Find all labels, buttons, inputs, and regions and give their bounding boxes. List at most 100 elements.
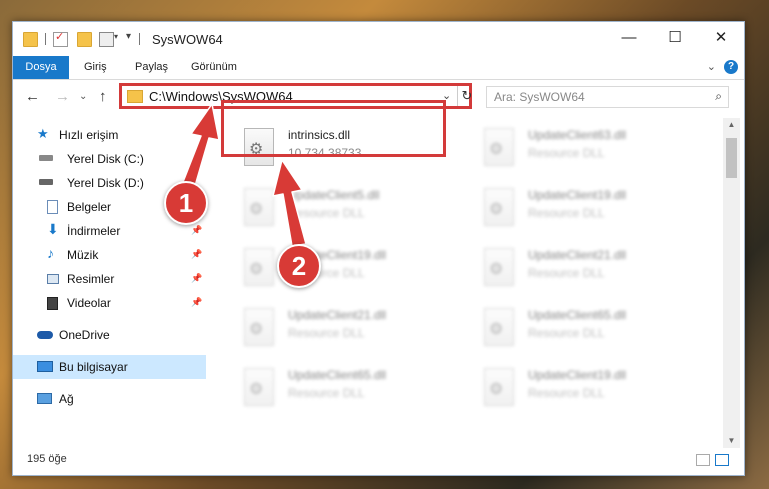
sidebar-item-onedrive[interactable]: OneDrive bbox=[13, 323, 206, 347]
view-options-icon[interactable] bbox=[99, 32, 114, 47]
scroll-down-icon[interactable]: ▼ bbox=[723, 434, 740, 448]
status-bar: 195 öğe bbox=[13, 449, 744, 475]
address-path[interactable]: C:\Windows\SysWOW64 bbox=[149, 89, 293, 104]
sidebar-item-network[interactable]: Ağ bbox=[13, 387, 206, 411]
tab-home[interactable]: Giriş bbox=[84, 56, 107, 79]
dll-file-icon: ⚙ bbox=[244, 128, 274, 166]
file-name: UpdateClient19.dll bbox=[528, 188, 627, 202]
sidebar-item-videos[interactable]: Videolar 📌 bbox=[13, 291, 206, 315]
sidebar-item-label: Videolar bbox=[67, 296, 111, 310]
star-icon: ★ bbox=[37, 126, 49, 141]
dll-file-icon: ⚙ bbox=[484, 188, 514, 226]
ribbon-tabs: Dosya Giriş Paylaş Görünüm ⌄ ? bbox=[13, 56, 744, 80]
tiles-view-icon[interactable] bbox=[715, 454, 729, 466]
file-tile[interactable]: ⚙ UpdateClient19.dll Resource DLL bbox=[478, 364, 708, 418]
file-explorer-window: ✓ ▾ ▾ SysWOW64 — ☐ ✕ Dosya Giriş Paylaş … bbox=[12, 21, 745, 476]
file-tile[interactable]: ⚙ UpdateClient21.dll Resource DLL bbox=[478, 244, 708, 298]
details-view-icon[interactable] bbox=[696, 454, 710, 466]
pin-icon[interactable]: 📌 bbox=[191, 249, 202, 260]
folder-icon bbox=[23, 32, 38, 47]
file-description: Resource DLL bbox=[528, 326, 605, 340]
expand-ribbon-icon[interactable]: ⌄ bbox=[707, 60, 716, 73]
dll-file-icon: ⚙ bbox=[484, 368, 514, 406]
file-version: 10.734.38733 bbox=[288, 146, 362, 160]
dll-file-icon: ⚙ bbox=[244, 188, 274, 226]
file-name: UpdateClient5.dll bbox=[288, 188, 380, 202]
sidebar-item-label: OneDrive bbox=[59, 328, 110, 342]
sidebar-item-music[interactable]: ♪ Müzik 📌 bbox=[13, 243, 206, 267]
cloud-icon bbox=[37, 331, 53, 339]
chevron-down-icon[interactable]: ⌄ bbox=[442, 89, 451, 102]
maximize-button[interactable]: ☐ bbox=[652, 22, 698, 54]
drive-icon bbox=[39, 155, 53, 161]
tab-share[interactable]: Paylaş bbox=[135, 56, 168, 79]
pin-icon[interactable]: 📌 bbox=[191, 297, 202, 308]
sidebar-item-local-disk-c[interactable]: Yerel Disk (C:) bbox=[13, 147, 206, 171]
file-tile[interactable]: ⚙ UpdateClient63.dll Resource DLL bbox=[478, 124, 708, 178]
callout-1: 1 bbox=[164, 181, 208, 225]
separator bbox=[139, 33, 140, 45]
file-name: UpdateClient21.dll bbox=[288, 308, 387, 322]
search-box[interactable]: Ara: SysWOW64 ⌕ bbox=[486, 86, 729, 108]
file-description: Resource DLL bbox=[528, 146, 605, 160]
search-input[interactable]: Ara: SysWOW64 bbox=[494, 90, 585, 104]
video-icon bbox=[47, 297, 58, 310]
file-tile[interactable]: ⚙ UpdateClient65.dll Resource DLL bbox=[238, 364, 468, 418]
sidebar-item-label: Müzik bbox=[67, 248, 99, 262]
scroll-thumb[interactable] bbox=[726, 138, 737, 178]
file-name: UpdateClient63.dll bbox=[528, 128, 627, 142]
pin-icon[interactable]: 📌 bbox=[191, 273, 202, 284]
new-folder-icon[interactable] bbox=[77, 32, 92, 47]
file-name: UpdateClient19.dll bbox=[528, 368, 627, 382]
scroll-up-icon[interactable]: ▲ bbox=[723, 118, 740, 132]
refresh-icon[interactable]: ↻ bbox=[457, 86, 474, 106]
sidebar-item-label: Resimler bbox=[67, 272, 115, 286]
forward-arrow-icon[interactable]: → bbox=[55, 88, 70, 105]
file-description: Resource DLL bbox=[288, 206, 365, 220]
item-count: 195 öğe bbox=[27, 453, 67, 465]
file-description: Resource DLL bbox=[288, 386, 365, 400]
file-name: UpdateClient65.dll bbox=[288, 368, 387, 382]
dll-file-icon: ⚙ bbox=[244, 248, 274, 286]
customize-toolbar-icon[interactable]: ▾ bbox=[126, 31, 131, 42]
vertical-scrollbar[interactable]: ▲ ▼ bbox=[723, 118, 740, 448]
file-tile[interactable]: ⚙ UpdateClient5.dll Resource DLL bbox=[238, 184, 468, 238]
sidebar-item-quick-access[interactable]: ★ Hızlı erişim bbox=[13, 123, 206, 147]
tab-file[interactable]: Dosya bbox=[13, 56, 69, 79]
dll-file-icon: ⚙ bbox=[484, 308, 514, 346]
pin-icon[interactable]: 📌 bbox=[191, 225, 202, 236]
recent-locations-icon[interactable]: ⌄ bbox=[79, 91, 87, 102]
chevron-down-icon[interactable]: ▾ bbox=[114, 32, 118, 41]
computer-icon bbox=[37, 361, 53, 372]
dll-file-icon: ⚙ bbox=[244, 308, 274, 346]
sidebar-item-label: Bu bilgisayar bbox=[59, 360, 128, 374]
file-name: intrinsics.dll bbox=[288, 128, 351, 142]
file-name: UpdateClient65.dll bbox=[528, 308, 627, 322]
up-arrow-icon[interactable]: ↑ bbox=[99, 88, 107, 105]
separator bbox=[45, 33, 46, 45]
tab-view[interactable]: Görünüm bbox=[191, 56, 237, 79]
search-icon[interactable]: ⌕ bbox=[715, 89, 722, 104]
close-button[interactable]: ✕ bbox=[698, 22, 744, 54]
file-description: Resource DLL bbox=[528, 386, 605, 400]
help-icon[interactable]: ? bbox=[724, 60, 738, 74]
callout-2: 2 bbox=[277, 244, 321, 288]
document-icon bbox=[47, 200, 58, 214]
network-icon bbox=[37, 393, 52, 404]
sidebar-item-pictures[interactable]: Resimler 📌 bbox=[13, 267, 206, 291]
back-arrow-icon[interactable]: ← bbox=[25, 88, 40, 105]
file-tile[interactable]: ⚙ UpdateClient19.dll Resource DLL bbox=[478, 184, 708, 238]
music-icon: ♪ bbox=[47, 245, 54, 261]
file-description: Resource DLL bbox=[528, 266, 605, 280]
minimize-button[interactable]: — bbox=[606, 22, 652, 54]
file-tile[interactable]: ⚙ UpdateClient21.dll Resource DLL bbox=[238, 304, 468, 358]
sidebar-item-this-pc[interactable]: Bu bilgisayar bbox=[13, 355, 206, 379]
address-bar[interactable]: C:\Windows\SysWOW64 ⌄ ↻ bbox=[119, 83, 472, 109]
file-tile-intrinsics[interactable]: ⚙ intrinsics.dll 10.734.38733 bbox=[238, 124, 468, 178]
file-tile[interactable]: ⚙ UpdateClient65.dll Resource DLL bbox=[478, 304, 708, 358]
file-description: Resource DLL bbox=[288, 326, 365, 340]
file-tile[interactable]: ⚙ UpdateClient19.dll Resource DLL bbox=[238, 244, 468, 298]
sidebar-item-label: Yerel Disk (D:) bbox=[67, 176, 144, 190]
drive-icon bbox=[39, 179, 53, 185]
properties-icon[interactable]: ✓ bbox=[53, 31, 68, 47]
